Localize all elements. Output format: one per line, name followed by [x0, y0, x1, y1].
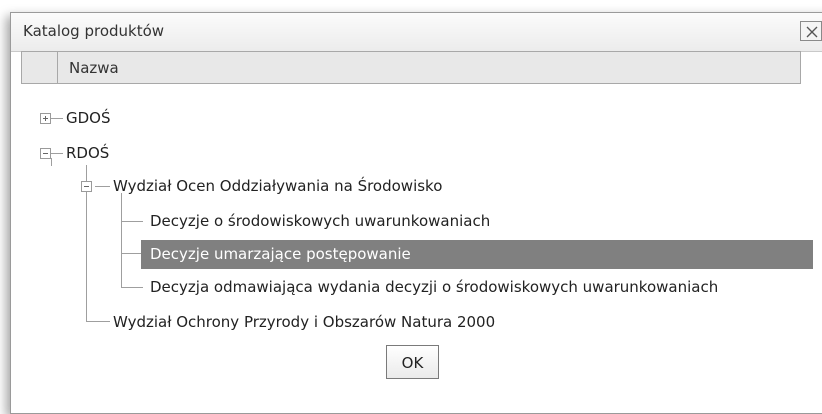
tree-connector	[95, 186, 110, 187]
expand-icon[interactable]	[40, 113, 51, 124]
collapse-icon[interactable]	[81, 181, 92, 192]
grid-header: Nazwa	[21, 51, 801, 84]
tree-node-decyzja-odmawiajaca[interactable]: Decyzja odmawiająca wydania decyzji o śr…	[150, 276, 718, 298]
tree-node-decyzje-umarzajace[interactable]: Decyzje umarzające postępowanie	[141, 240, 813, 269]
close-icon	[806, 26, 818, 38]
column-header-nazwa[interactable]: Nazwa	[69, 59, 119, 77]
grid-select-column-header[interactable]	[22, 52, 58, 83]
tree-node-wydzial-ocen[interactable]: Wydział Ocen Oddziaływania na Środowisko	[113, 175, 442, 197]
tree-node-gdos[interactable]: GDOŚ	[66, 107, 111, 129]
tree-node-rdos[interactable]: RDOŚ	[66, 142, 109, 164]
dialog-titlebar[interactable]: Katalog produktów	[11, 13, 822, 52]
tree-connector	[121, 221, 143, 222]
tree-node-decyzje-srodowiskowe[interactable]: Decyzje o środowiskowych uwarunkowaniach	[150, 210, 490, 232]
tree-connector	[49, 118, 63, 119]
tree-connector	[86, 321, 110, 322]
tree-connector	[121, 193, 122, 288]
tree-connector	[49, 153, 63, 154]
ok-button[interactable]: OK	[386, 345, 439, 379]
close-button[interactable]	[800, 21, 822, 41]
tree-connector	[51, 158, 52, 166]
tree-connector	[121, 287, 143, 288]
tree-node-wydzial-ochrony[interactable]: Wydział Ochrony Przyrody i Obszarów Natu…	[113, 311, 495, 333]
dialog-title: Katalog produktów	[23, 22, 165, 40]
tree-connector	[121, 253, 143, 254]
collapse-icon[interactable]	[40, 148, 51, 159]
